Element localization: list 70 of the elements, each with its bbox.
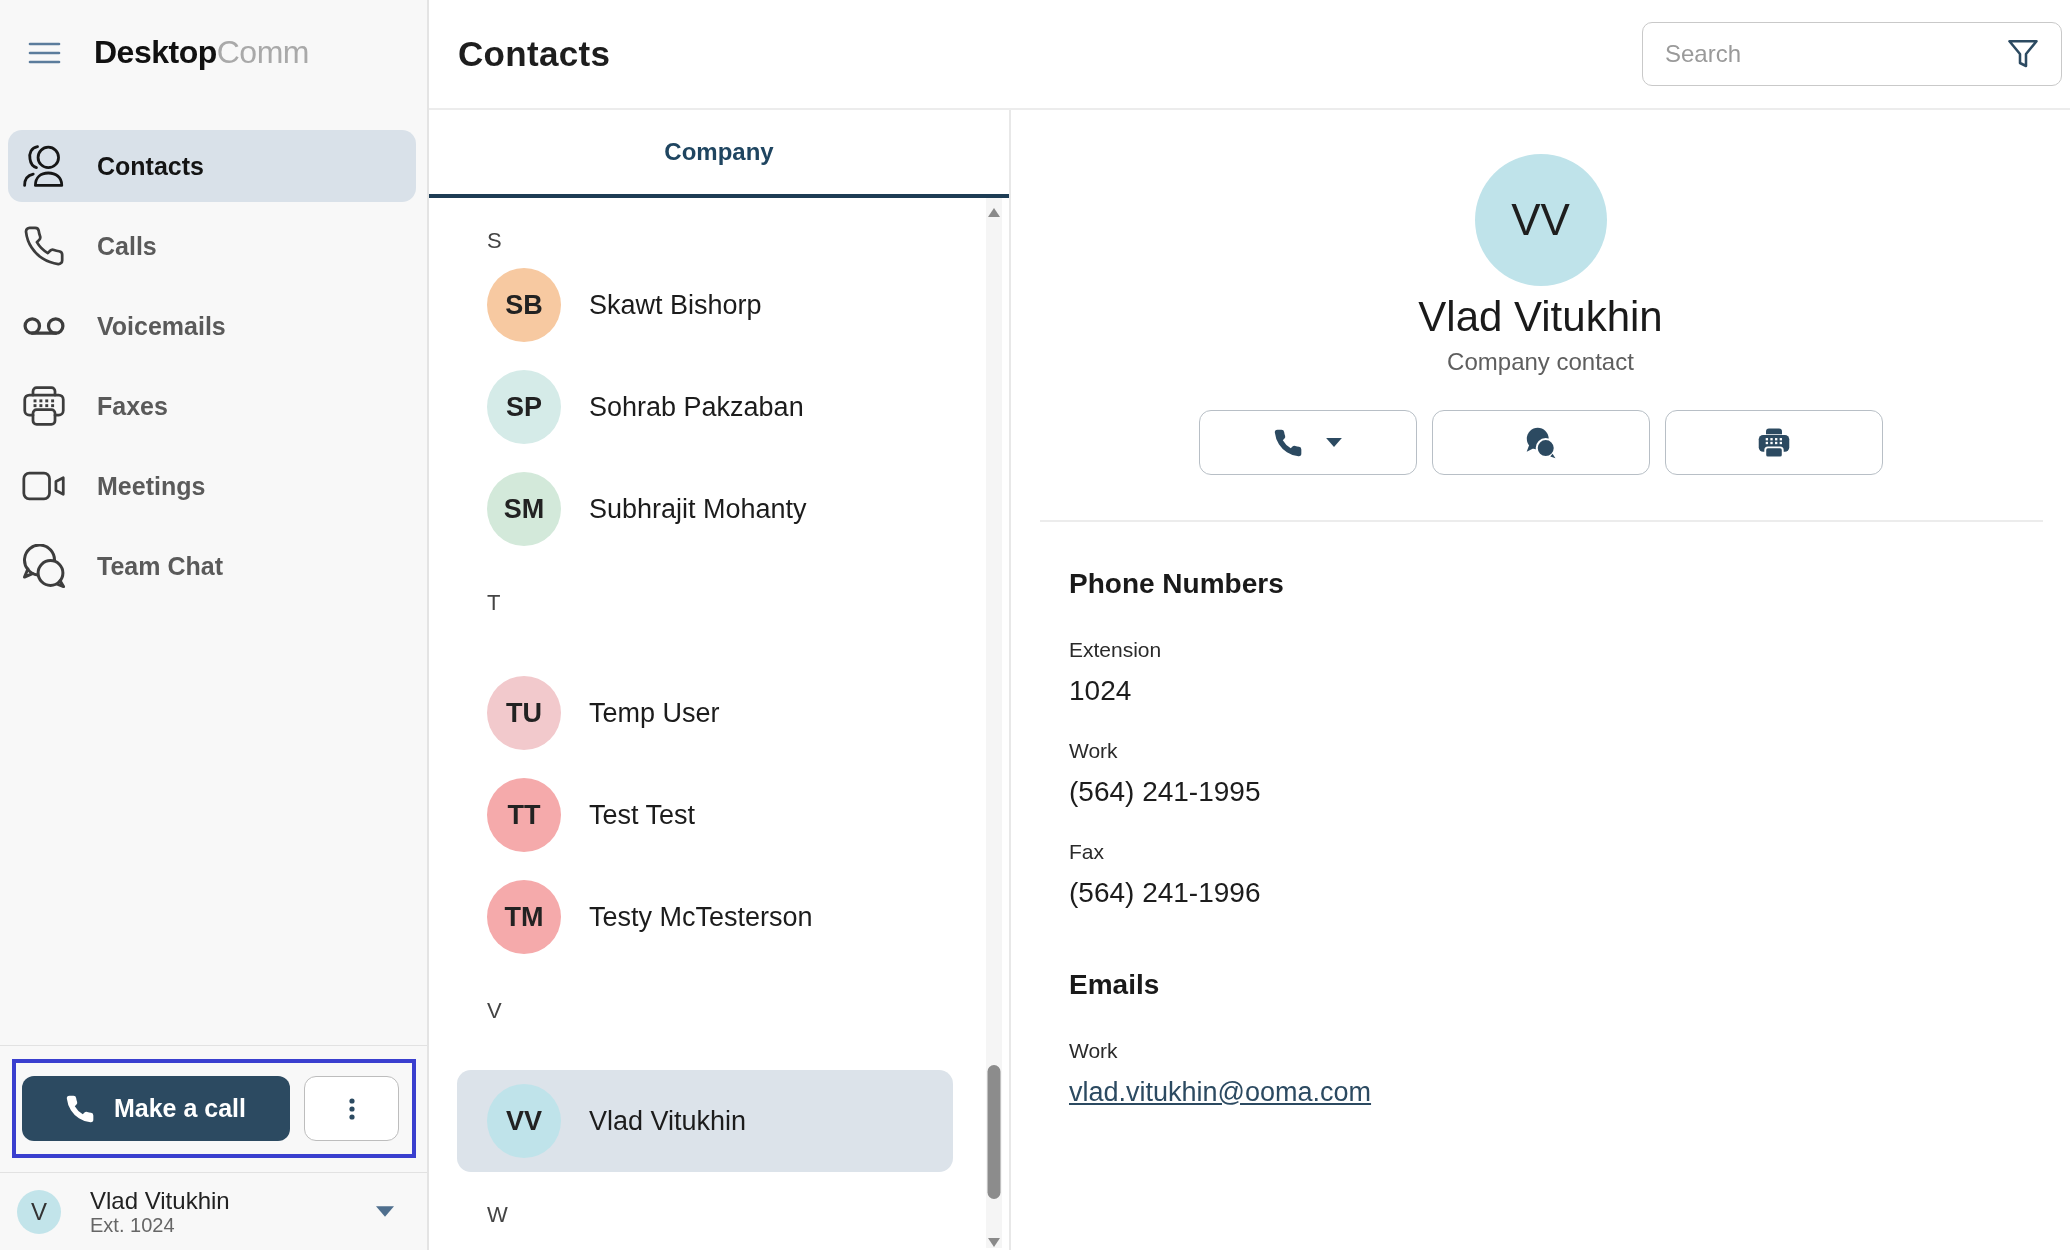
field-label: Work [1069,738,1118,764]
phone-icon [24,226,64,266]
section-heading: Phone Numbers [1069,567,1284,601]
contact-row[interactable]: SP Sohrab Pakzaban [457,356,953,458]
call-button[interactable] [1198,410,1417,475]
section-letter: T [487,590,501,616]
nav-item[interactable]: Calls [8,210,416,282]
contact-name: Temp User [589,697,720,729]
contact-avatar: VV [487,1084,561,1158]
contact-row[interactable]: SM Subhrajit Mohanty [457,458,953,560]
phone-icon [66,1094,94,1123]
chat-bubbles-icon [1524,426,1557,459]
section-letter: W [487,1202,508,1228]
scrollbar[interactable] [986,198,1002,1248]
section-heading: Emails [1069,968,1160,1002]
section-letter: V [487,998,502,1024]
contact-name: Sohrab Pakzaban [589,391,804,423]
user-extension: Ext. 1024 [90,1213,175,1236]
contact-avatar: TT [487,778,561,852]
app-logo: DesktopComm [94,34,309,71]
nav-item[interactable]: Faxes [8,370,416,442]
profile-avatar: VV [1474,154,1607,286]
make-call-button[interactable]: Make a call [22,1076,290,1141]
contact-row[interactable]: TU Temp User [457,662,953,764]
contact-avatar: SP [487,370,561,444]
contact-name: Vlad Vitukhin [1418,292,1663,342]
contact-name: Skawt Bishorp [589,289,762,321]
contact-name: Vlad Vitukhin [589,1105,747,1137]
contact-avatar: SM [487,472,561,546]
caret-icon[interactable] [376,1206,394,1217]
phone-number: (564) 241-1995 [1069,775,1261,809]
search-field[interactable]: Search [1642,22,2062,86]
user-name: Vlad Vitukhin [90,1187,230,1214]
section-letter: S [487,228,502,254]
nav-item[interactable]: Meetings [8,450,416,522]
contact-row[interactable]: VV Vlad Vitukhin [457,1070,953,1172]
voicemail-icon [22,317,66,335]
vertical-dots-icon [348,1097,355,1120]
user-avatar: V [17,1189,61,1234]
video-camera-icon [22,471,66,501]
filter-icon[interactable] [2008,39,2038,69]
contact-type: Company contact [1447,347,1634,377]
chat-bubbles-icon [22,544,66,588]
menu-icon[interactable] [28,41,61,64]
phone-number: 1024 [1069,674,1132,708]
field-label: Fax [1069,839,1104,865]
nav-item[interactable]: Contacts [8,130,416,202]
people-icon [22,145,66,187]
nav-item[interactable]: Team Chat [8,530,416,602]
fax-icon [22,384,66,428]
nav-item[interactable]: Voicemails [8,290,416,362]
contact-name: Subhrajit Mohanty [589,493,807,525]
phone-number: (564) 241-1996 [1069,876,1261,910]
email-link[interactable]: vlad.vitukhin@ooma.com [1069,1075,1372,1109]
field-label: Extension [1069,637,1162,663]
fax-icon [1757,426,1790,459]
page-title: Contacts [458,34,611,74]
caret-icon [1325,438,1342,447]
contact-avatar: TM [487,880,561,954]
contact-name: Test Test [589,799,696,831]
phone-icon [1273,428,1302,457]
chat-button[interactable] [1431,410,1650,475]
field-label: Work [1069,1038,1118,1064]
contact-row[interactable]: SB Skawt Bishorp [457,254,953,356]
contact-row[interactable]: TT Test Test [457,764,953,866]
fax-button[interactable] [1664,410,1883,475]
contact-name: Testy McTesterson [589,901,813,933]
contact-row[interactable]: TM Testy McTesterson [457,866,953,968]
contact-avatar: SB [487,268,561,342]
contact-avatar: TU [487,676,561,750]
